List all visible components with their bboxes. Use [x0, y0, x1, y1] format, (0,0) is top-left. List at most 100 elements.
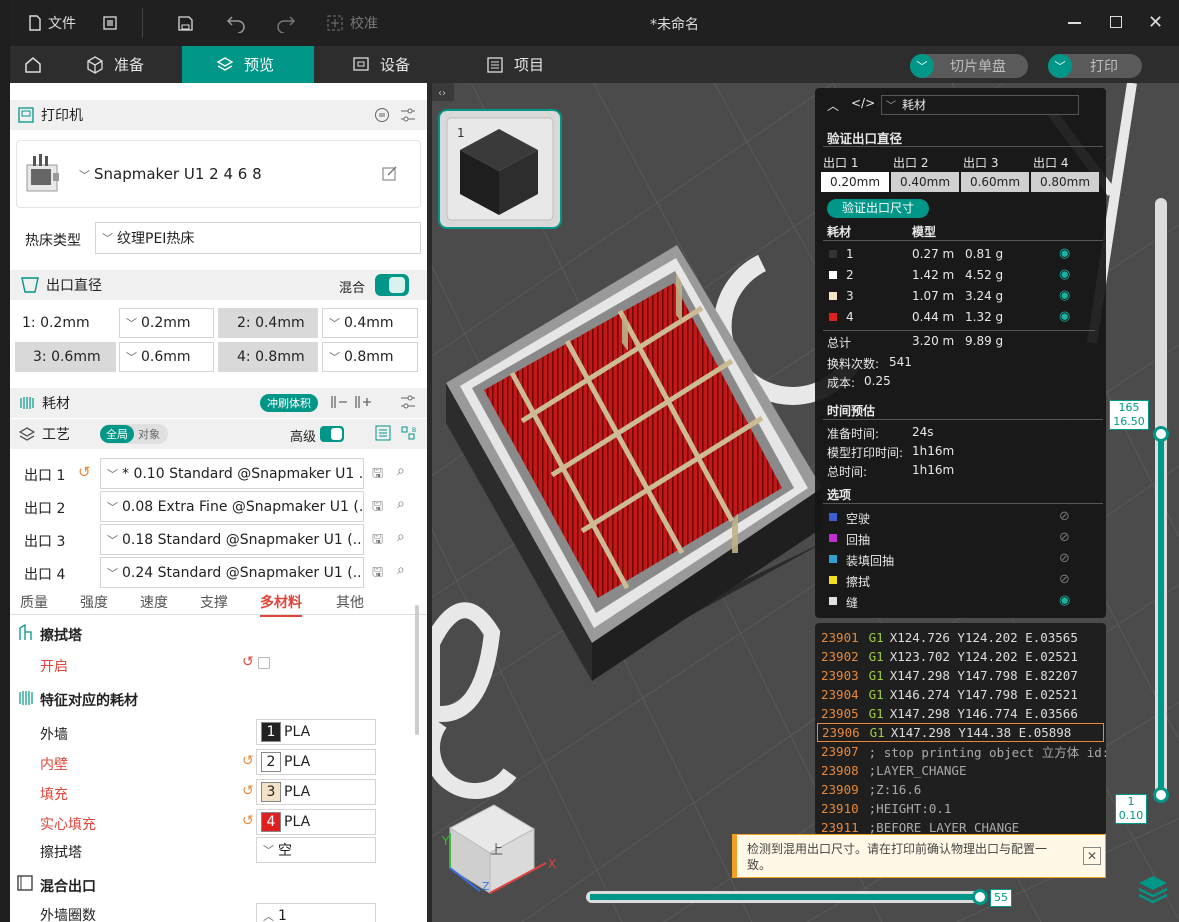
search-icon[interactable]: ⌕ [397, 463, 405, 479]
bed-type-select[interactable]: ﹀ 纹理PEI热床 [95, 222, 421, 254]
nozzle-3-select[interactable]: ﹀ 0.6mm [119, 342, 214, 372]
gcode-line[interactable]: 23909 ;Z:16.6 [821, 780, 921, 799]
feature-3-filament-select[interactable]: 3 PLA [256, 779, 376, 805]
tab-quality[interactable]: 质量 [20, 592, 48, 612]
flush-volume-button[interactable]: 冲刷体积 [260, 394, 318, 412]
outer-wall-loops-input[interactable]: ︿ 1 [256, 903, 376, 922]
gcode-view-icon[interactable]: </> [851, 96, 875, 110]
feature-2-filament-select[interactable]: 2 PLA [256, 749, 376, 775]
print-dropdown-icon[interactable]: ﹀ [1048, 54, 1072, 78]
process-list-icon[interactable] [375, 425, 391, 441]
tab-device[interactable]: 设备 [338, 46, 448, 83]
eye-icon[interactable]: ◉ [1059, 309, 1070, 324]
redo-button[interactable] [276, 10, 296, 36]
printer-name[interactable]: ﹀ Snapmaker U1 2 4 6 8 [79, 165, 262, 183]
eye-icon[interactable]: ◉ [1059, 246, 1070, 261]
calibrate-button[interactable]: 校准 [326, 10, 378, 36]
search-icon[interactable]: ⌕ [397, 562, 405, 578]
gcode-line[interactable]: 23908 ;LAYER_CHANGE [821, 761, 966, 780]
reset-icon[interactable]: ↺ [242, 654, 254, 670]
gcode-line[interactable]: 23906 G1 X147.298 Y144.38 E.05898 [817, 723, 1104, 742]
reset-icon[interactable]: ↺ [242, 753, 254, 769]
verify-outlet-button[interactable]: 验证出口尺寸 [827, 199, 929, 218]
output-4-preset-select[interactable]: ﹀ 0.24 Standard @Snapmaker U1 (... [100, 557, 364, 588]
save-icon[interactable]: 🖫 [372, 464, 383, 486]
gcode-line[interactable]: 23911 ;BEFORE_LAYER_CHANGE [821, 818, 1019, 835]
gcode-line[interactable]: 23907 ; stop printing object 立方体 id:0 cop… [821, 742, 1106, 761]
undo-button[interactable] [226, 10, 246, 36]
search-icon[interactable]: ⌕ [397, 529, 405, 545]
eye-hidden-icon[interactable]: ⊘ [1059, 572, 1070, 587]
file-menu-button[interactable]: 文件 [28, 10, 76, 36]
collapse-panel-button[interactable] [432, 83, 454, 101]
save-icon[interactable]: 🖫 [372, 497, 383, 519]
save-icon[interactable]: 🖫 [372, 530, 383, 552]
minimize-button[interactable] [1068, 22, 1081, 24]
slice-plate-button[interactable]: ﹀ 切片单盘 [910, 54, 1028, 78]
home-tab[interactable] [10, 46, 48, 83]
settings-scrollbar[interactable] [415, 605, 419, 735]
nozzle-2-select[interactable]: ﹀ 0.4mm [322, 308, 418, 338]
tab-prepare[interactable]: 准备 [72, 46, 182, 83]
eye-icon[interactable]: ◉ [1059, 288, 1070, 303]
tab-support[interactable]: 支撑 [200, 592, 228, 612]
printer-settings-icon[interactable] [374, 107, 390, 123]
tab-multimaterial[interactable]: 多材料 [260, 592, 302, 617]
object-tab[interactable]: 对象 [138, 426, 160, 442]
close-button[interactable]: ✕ [1148, 12, 1163, 33]
tab-strength[interactable]: 强度 [80, 592, 108, 612]
printer-card[interactable]: ﹀ Snapmaker U1 2 4 6 8 [16, 140, 421, 208]
tab-preview[interactable]: 预览 [182, 46, 314, 83]
eye-hidden-icon[interactable]: ⊘ [1059, 509, 1070, 524]
gcode-line[interactable]: 23903 G1 X147.298 Y147.798 E.82207 [821, 666, 1078, 685]
collapse-stats-icon[interactable]: ︿ [827, 97, 839, 114]
remove-filament-icon[interactable] [330, 394, 348, 410]
eye-icon[interactable]: ◉ [1059, 593, 1070, 608]
tab-other[interactable]: 其他 [336, 592, 364, 612]
wipe-tower-select[interactable]: ﹀ 空 [256, 837, 376, 863]
feature-1-filament-select[interactable]: 1 PLA [256, 719, 376, 745]
advanced-toggle[interactable] [320, 426, 344, 442]
compare-icon[interactable]: B [400, 425, 418, 441]
printer-adjust-icon[interactable] [400, 107, 416, 123]
filament-adjust-icon[interactable] [400, 394, 416, 410]
close-warning-icon[interactable]: ✕ [1083, 847, 1101, 865]
plate-thumbnail[interactable] [439, 110, 561, 228]
tab-speed[interactable]: 速度 [140, 592, 168, 612]
gcode-viewer[interactable]: 23901 G1 X124.726 Y124.202 E.03565 23902 G1 X… [815, 623, 1106, 835]
layer-slider-top-handle[interactable] [1153, 426, 1169, 442]
add-filament-icon[interactable] [354, 394, 372, 410]
view-type-select[interactable]: ﹀ 耗材 [881, 95, 1079, 115]
reset-icon[interactable]: ↺ [242, 783, 254, 799]
output-3-preset-select[interactable]: ﹀ 0.18 Standard @Snapmaker U1 (... [100, 524, 364, 555]
scope-switch[interactable]: 全局 对象 [100, 424, 168, 444]
save-icon[interactable]: 🖫 [372, 563, 383, 585]
layer-slider-bottom-handle[interactable] [1153, 787, 1169, 803]
output-1-preset-select[interactable]: ﹀ * 0.10 Standard @Snapmaker U1 ... [100, 458, 364, 489]
feature-4-filament-select[interactable]: 4 PLA [256, 809, 376, 835]
maximize-button[interactable] [1110, 16, 1122, 28]
eye-icon[interactable]: ◉ [1059, 267, 1070, 282]
global-tab[interactable]: 全局 [100, 425, 134, 443]
gcode-line[interactable]: 23910 ;HEIGHT:0.1 [821, 799, 951, 818]
nozzle-4-select[interactable]: ﹀ 0.8mm [322, 342, 418, 372]
move-slider-handle[interactable] [972, 889, 988, 905]
gcode-line[interactable]: 23904 G1 X146.274 Y147.798 E.02521 [821, 685, 1078, 704]
eye-hidden-icon[interactable]: ⊘ [1059, 530, 1070, 545]
gcode-line[interactable]: 23902 G1 X123.702 Y124.202 E.02521 [821, 647, 1078, 666]
gcode-line[interactable]: 23901 G1 X124.726 Y124.202 E.03565 [821, 628, 1078, 647]
reset-icon[interactable]: ↺ [242, 813, 254, 829]
view-orientation-cube[interactable] [448, 801, 548, 896]
layers-toggle-icon[interactable] [1136, 872, 1170, 906]
reset-icon[interactable]: ↺ [78, 463, 91, 481]
nozzle-1-select[interactable]: ﹀ 0.2mm [119, 308, 214, 338]
eye-hidden-icon[interactable]: ⊘ [1059, 551, 1070, 566]
menu-button[interactable] [103, 10, 117, 36]
edit-icon[interactable] [382, 165, 398, 181]
gcode-line[interactable]: 23905 G1 X147.298 Y146.774 E.03566 [821, 704, 1078, 723]
mix-toggle[interactable] [375, 274, 409, 296]
enable-checkbox[interactable] [258, 657, 270, 669]
output-2-preset-select[interactable]: ﹀ 0.08 Extra Fine @Snapmaker U1 (... [100, 491, 364, 522]
print-button[interactable]: ﹀ 打印 [1048, 54, 1142, 78]
search-icon[interactable]: ⌕ [397, 496, 405, 512]
